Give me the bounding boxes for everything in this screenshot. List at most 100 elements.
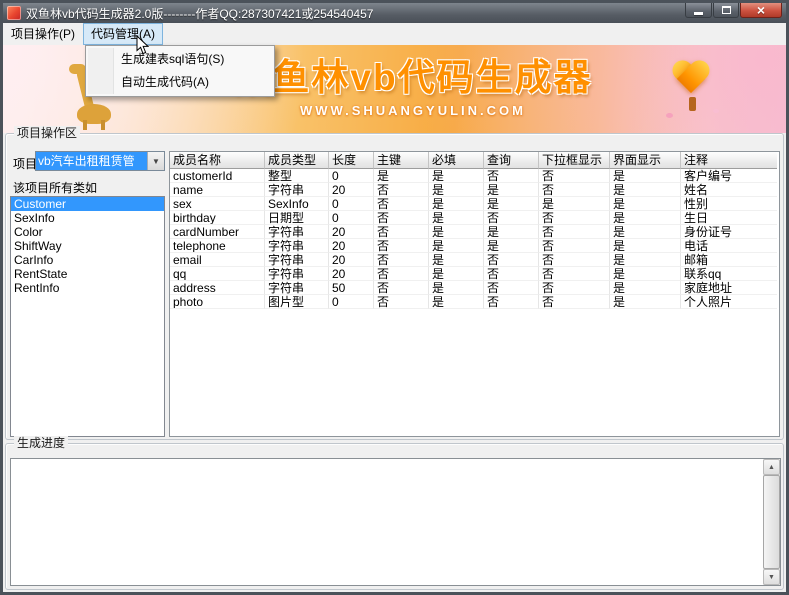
project-combobox-value: vb汽车出租租赁管 [36,152,147,170]
table-cell: 是 [610,197,681,211]
maximize-button[interactable] [713,3,739,18]
list-item[interactable]: RentInfo [11,281,164,295]
menu-item-project-operations[interactable]: 项目操作(P) [3,23,83,45]
minimize-icon [694,11,703,15]
scroll-down-button[interactable]: ▼ [763,569,780,585]
table-cell: 是 [610,225,681,239]
list-item[interactable]: ShiftWay [11,239,164,253]
title-bar: 双鱼林vb代码生成器2.0版--------作者QQ:287307421或254… [3,3,786,23]
close-icon: × [756,1,766,18]
column-header[interactable]: 界面显示 [610,152,681,169]
table-cell: 否 [539,281,610,295]
table-cell: 是 [429,169,484,183]
table-row[interactable]: birthday 日期型 0 否是否否是生日 [170,211,779,225]
table-cell: 是 [484,183,539,197]
table-row[interactable]: customerId 整型 0 是是否否是客户编号 [170,169,779,183]
heart-icon [671,61,711,97]
table-cell: 是 [429,225,484,239]
scroll-up-button[interactable]: ▲ [763,459,780,475]
table-row[interactable]: cardNumber 字符串 20 否是是否是身份证号 [170,225,779,239]
table-row[interactable]: sex SexInfo 0 否是是是是性别 [170,197,779,211]
column-header[interactable]: 长度 [329,152,374,169]
table-cell: 是 [484,197,539,211]
table-header-row: 成员名称 成员类型 长度 主键 必填 查询 下拉框显示 界面显示 注释 [170,152,779,169]
class-listbox[interactable]: Customer SexInfo Color ShiftWay CarInfo RentS… [10,196,165,437]
table-cell: 是 [429,211,484,225]
table-cell: 否 [484,253,539,267]
column-header[interactable]: 必填 [429,152,484,169]
table-row[interactable]: address 字符串 50 否是否否是家庭地址 [170,281,779,295]
dropdown-menu-item[interactable]: 生成建表sql语句(S) [87,48,273,71]
table-cell: 否 [484,211,539,225]
project-combobox[interactable]: vb汽车出租租赁管 ▼ [35,151,165,171]
table-row[interactable]: photo 图片型 0 否是否否是个人照片 [170,295,779,309]
list-item[interactable]: CarInfo [11,253,164,267]
table-row[interactable]: email 字符串 20 否是否否是邮箱 [170,253,779,267]
table-cell: 是 [374,169,429,183]
table-cell: customerId [170,169,265,183]
table-row[interactable]: telephone 字符串 20 否是是否是电话 [170,239,779,253]
column-header[interactable]: 查询 [484,152,539,169]
table-cell: 否 [484,267,539,281]
table-cell: 邮箱 [681,253,777,267]
classes-label: 该项目所有类如 [13,181,98,195]
table-cell: 否 [374,253,429,267]
table-cell: 否 [374,267,429,281]
list-item[interactable]: RentState [11,267,164,281]
table-cell: 否 [374,211,429,225]
scrollbar-thumb[interactable] [763,475,780,569]
combo-dropdown-button[interactable]: ▼ [147,152,164,170]
column-header[interactable]: 成员名称 [170,152,265,169]
table-cell: 是 [539,197,610,211]
table-cell: 联系qq [681,267,777,281]
table-cell: 字符串 [265,253,329,267]
column-header[interactable]: 主键 [374,152,429,169]
maximize-icon [721,6,731,14]
list-item[interactable]: Customer [11,197,164,211]
progress-group-label: 生成进度 [14,436,69,450]
table-row[interactable]: qq 字符串 20 否是否否是联系qq [170,267,779,281]
table-cell: 否 [484,281,539,295]
table-cell: 否 [484,295,539,309]
table-cell: 是 [429,183,484,197]
table-cell: address [170,281,265,295]
table-cell: email [170,253,265,267]
progress-output-area[interactable]: ▲ ▼ [10,458,781,586]
table-row[interactable]: name 字符串 20 否是是否是姓名 [170,183,779,197]
app-window: 双鱼林vb代码生成器2.0版--------作者QQ:287307421或254… [0,0,789,595]
table-cell: 家庭地址 [681,281,777,295]
table-cell: 字符串 [265,267,329,281]
column-header[interactable]: 注释 [681,152,777,169]
dropdown-menu-item[interactable]: 自动生成代码(A) [87,71,273,94]
table-cell: 否 [539,239,610,253]
column-header[interactable]: 成员类型 [265,152,329,169]
table-cell: 是 [610,267,681,281]
table-cell: 否 [539,169,610,183]
table-cell: sex [170,197,265,211]
table-cell: 否 [374,239,429,253]
list-item[interactable]: Color [11,225,164,239]
table-body: customerId 整型 0 是是否否是客户编号 name 字符串 20 否是是否是姓名 se… [170,169,779,309]
table-cell: 身份证号 [681,225,777,239]
table-cell: 是 [429,239,484,253]
table-cell: 日期型 [265,211,329,225]
table-cell: 是 [429,253,484,267]
vertical-scrollbar[interactable]: ▲ ▼ [763,459,780,585]
table-cell: 0 [329,169,374,183]
table-cell: 20 [329,239,374,253]
menu-item-code-management[interactable]: 代码管理(A) [83,23,163,45]
project-group-label: 项目操作区 [14,126,81,140]
table-cell: 否 [539,267,610,281]
table-cell: cardNumber [170,225,265,239]
table-cell: 20 [329,225,374,239]
table-cell: 0 [329,295,374,309]
minimize-button[interactable] [685,3,712,18]
app-icon [7,6,21,20]
column-header[interactable]: 下拉框显示 [539,152,610,169]
close-button[interactable]: × [740,3,782,18]
scroll-down-icon: ▼ [768,573,775,581]
menu-bar: 项目操作(P) 代码管理(A) [3,23,786,45]
list-item[interactable]: SexInfo [11,211,164,225]
banner-subtitle: WWW.SHUANGYULIN.COM [300,103,526,118]
table-cell: photo [170,295,265,309]
